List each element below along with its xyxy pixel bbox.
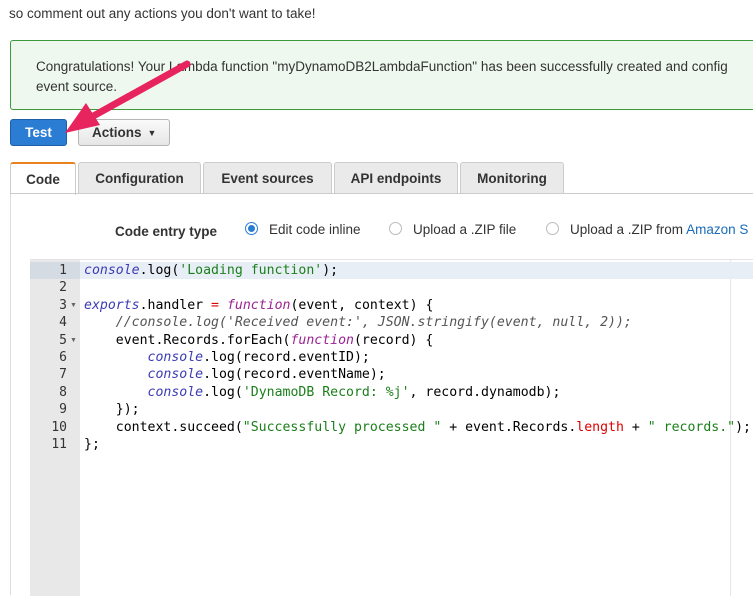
tab-api-endpoints[interactable]: API endpoints [334,162,458,194]
line-number: 10 [51,419,67,435]
code-line-1: console.log('Loading function'); [84,263,339,278]
radio-label-upload-s3[interactable]: Upload a .ZIP from Amazon S [570,222,748,237]
fold-toggle-icon[interactable]: ▼ [70,332,77,349]
radio-edit-inline[interactable] [245,222,258,235]
tab-configuration[interactable]: Configuration [78,162,201,194]
code-line-8: console.log('DynamoDB Record: %j', recor… [147,384,561,400]
code-line-9: }); [84,402,140,418]
tab-event-sources[interactable]: Event sources [203,162,332,194]
alert-line-2: event source. [36,79,118,94]
code-entry-type-label: Code entry type [115,224,218,239]
test-button[interactable]: Test [10,119,67,146]
line-number: 6 [59,350,67,365]
panel-border [10,194,11,595]
code-line-4: //console.log('Received event:', JSON.st… [84,315,632,331]
code-line-10: context.succeed("Successfully processed … [84,419,751,435]
line-number: 7 [59,367,67,383]
intro-text: so comment out any actions you don't wan… [9,6,316,21]
code-line-11: }; [84,437,100,452]
actions-label: Actions [92,125,142,140]
radio-label-upload-zip[interactable]: Upload a .ZIP file [413,222,516,237]
alert-line-1: Congratulations! Your Lambda function "m… [36,59,728,74]
success-alert: Congratulations! Your Lambda function "m… [10,40,753,110]
upload-s3-text: Upload a .ZIP from [570,222,687,237]
code-editor[interactable]: 1 2 3 4 5 6 7 8 9 10 11 ▼ ▼ console.log(… [30,259,753,596]
line-number: 8 [59,384,67,400]
code-line-7: console.log(record.eventName); [147,367,386,383]
line-number: 5 [59,332,67,348]
line-number: 1 [59,263,67,278]
code-line-3: exports.handler = function(event, contex… [84,297,434,313]
code-line-5: event.Records.forEach(function(record) { [84,332,434,348]
fold-toggle-icon[interactable]: ▼ [70,297,77,314]
tab-monitoring[interactable]: Monitoring [460,162,564,194]
amazon-s3-link[interactable]: Amazon S [686,222,748,237]
line-number: 2 [59,280,67,296]
code-line-6: console.log(record.eventID); [147,350,370,365]
radio-label-edit-inline[interactable]: Edit code inline [269,222,361,237]
line-number: 3 [59,297,67,313]
radio-upload-zip[interactable] [389,222,402,235]
alert-message: Congratulations! Your Lambda function "m… [36,57,728,97]
line-number: 9 [59,402,67,418]
line-number: 4 [59,315,67,331]
actions-dropdown-button[interactable]: Actions ▼ [78,119,170,146]
caret-down-icon: ▼ [147,128,157,138]
line-number: 11 [51,437,67,452]
radio-upload-s3[interactable] [546,222,559,235]
tab-divider [10,193,753,194]
tab-code[interactable]: Code [10,162,76,195]
